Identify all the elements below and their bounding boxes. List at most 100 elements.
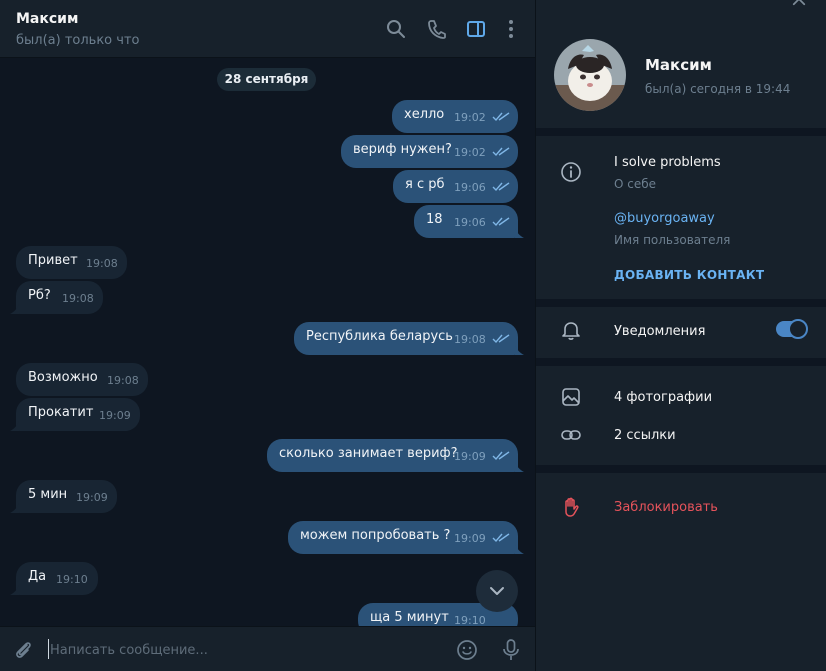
text-caret <box>48 639 49 659</box>
toggle-knob <box>788 319 808 339</box>
double-check-icon <box>492 334 510 344</box>
message-outgoing[interactable]: можем попробовать ? 19:09 <box>288 521 518 554</box>
notifications-toggle[interactable] <box>776 319 808 339</box>
message-outgoing[interactable]: вериф нужен? 19:02 <box>341 135 518 168</box>
username-label: Имя пользователя <box>614 233 731 247</box>
double-check-icon <box>492 217 510 227</box>
message-incoming[interactable]: Прокатит 19:09 <box>16 398 140 431</box>
add-contact-button[interactable]: ДОБАВИТЬ КОНТАКТ <box>614 268 764 282</box>
message-incoming[interactable]: Да 19:10 <box>16 562 98 595</box>
message-time: 19:10 <box>56 573 88 586</box>
message-text: 5 мин <box>28 487 68 502</box>
sidebar-toggle-icon[interactable] <box>465 18 487 40</box>
section-divider <box>536 299 826 307</box>
more-vert-icon[interactable] <box>500 18 522 40</box>
message-time: 19:08 <box>86 257 118 270</box>
message-outgoing[interactable]: я с рб 19:06 <box>393 170 518 203</box>
telegram-window: Максим был(а) только что 28 сентября хел… <box>0 0 826 671</box>
message-incoming[interactable]: 5 мин 19:09 <box>16 480 117 513</box>
chat-panel: Максим был(а) только что 28 сентября хел… <box>0 0 535 671</box>
message-incoming[interactable]: Рб? 19:08 <box>16 281 103 314</box>
message-text: 18 <box>426 212 443 227</box>
peer-status: был(а) только что <box>16 33 140 48</box>
bubble-tail <box>10 585 19 595</box>
close-icon[interactable] <box>791 0 807 6</box>
message-time: 19:08 <box>454 333 486 346</box>
message-text: вериф нужен? <box>353 142 452 157</box>
profile-panel: Максим был(а) сегодня в 19:44 I solve pr… <box>536 0 826 671</box>
message-time: 19:09 <box>454 450 486 463</box>
message-time: 19:06 <box>454 181 486 194</box>
section-divider <box>536 358 826 366</box>
message-text: Возможно <box>28 370 98 385</box>
composer <box>0 626 535 671</box>
bio-text: I solve problems <box>614 155 721 170</box>
username-link[interactable]: @buyorgoaway <box>614 211 715 226</box>
double-check-icon <box>492 112 510 122</box>
panel-header-edge <box>536 0 826 5</box>
search-icon[interactable] <box>385 18 407 40</box>
bubble-tail <box>515 544 524 554</box>
avatar-photo <box>554 39 626 111</box>
links-row[interactable]: 2 ссылки <box>614 428 676 443</box>
message-input[interactable] <box>50 639 430 661</box>
message-outgoing[interactable]: хелло 19:02 <box>392 100 518 133</box>
profile-name: Максим <box>645 56 712 74</box>
chevron-down-icon <box>490 587 504 595</box>
double-check-icon <box>492 147 510 157</box>
section-divider <box>536 128 826 136</box>
bubble-tail <box>515 228 524 238</box>
message-text: Рб? <box>28 288 51 303</box>
message-list[interactable]: 28 сентября хелло 19:02 вериф нужен? 19:… <box>0 58 535 626</box>
message-time: 19:09 <box>76 491 108 504</box>
message-text: сколько занимает вериф? <box>279 446 458 461</box>
message-outgoing[interactable]: сколько занимает вериф? 19:09 <box>267 439 518 472</box>
message-text: можем попробовать ? <box>300 528 451 543</box>
double-check-icon <box>492 182 510 192</box>
photo-icon <box>562 388 580 406</box>
profile-status: был(а) сегодня в 19:44 <box>645 82 791 96</box>
message-time: 19:09 <box>99 409 131 422</box>
scroll-down-button[interactable] <box>476 570 518 612</box>
message-time: 19:02 <box>454 111 486 124</box>
bubble-tail <box>515 462 524 472</box>
phone-icon[interactable] <box>426 18 448 40</box>
chat-header[interactable]: Максим был(а) только что <box>0 0 535 58</box>
block-user-button[interactable]: Заблокировать <box>614 500 718 515</box>
message-text: Прокатит <box>28 405 94 420</box>
bell-icon <box>562 322 580 340</box>
avatar[interactable] <box>554 39 626 111</box>
message-text: Привет <box>28 253 78 268</box>
peer-name[interactable]: Максим <box>16 11 78 27</box>
block-hand-icon <box>565 497 579 517</box>
message-time: 19:02 <box>454 146 486 159</box>
message-text: я с рб <box>405 177 445 192</box>
info-icon <box>561 162 581 182</box>
message-incoming[interactable]: Возможно 19:08 <box>16 363 148 396</box>
message-text: Да <box>28 569 47 584</box>
date-separator: 28 сентября <box>217 68 316 91</box>
message-text: Республика беларусь <box>306 329 453 344</box>
section-divider <box>536 465 826 473</box>
message-incoming[interactable]: Привет 19:08 <box>16 246 127 279</box>
photos-row[interactable]: 4 фотографии <box>614 390 712 405</box>
bio-label: О себе <box>614 177 657 191</box>
emoji-icon[interactable] <box>456 639 478 661</box>
message-text: хелло <box>404 107 445 122</box>
double-check-icon <box>492 533 510 543</box>
message-time: 19:06 <box>454 216 486 229</box>
bubble-tail <box>10 304 19 314</box>
message-outgoing[interactable]: Республика беларусь 19:08 <box>294 322 518 355</box>
microphone-icon[interactable] <box>500 638 522 662</box>
bubble-tail <box>10 421 19 431</box>
bubble-tail <box>10 503 19 513</box>
message-time: 19:08 <box>107 374 139 387</box>
message-outgoing[interactable]: 18 19:06 <box>414 205 518 238</box>
notifications-label: Уведомления <box>614 324 706 339</box>
message-time: 19:10 <box>454 614 486 626</box>
message-time: 19:08 <box>62 292 94 305</box>
message-time: 19:09 <box>454 532 486 545</box>
double-check-icon <box>492 451 510 461</box>
attach-icon[interactable] <box>12 639 34 661</box>
bubble-tail <box>515 345 524 355</box>
